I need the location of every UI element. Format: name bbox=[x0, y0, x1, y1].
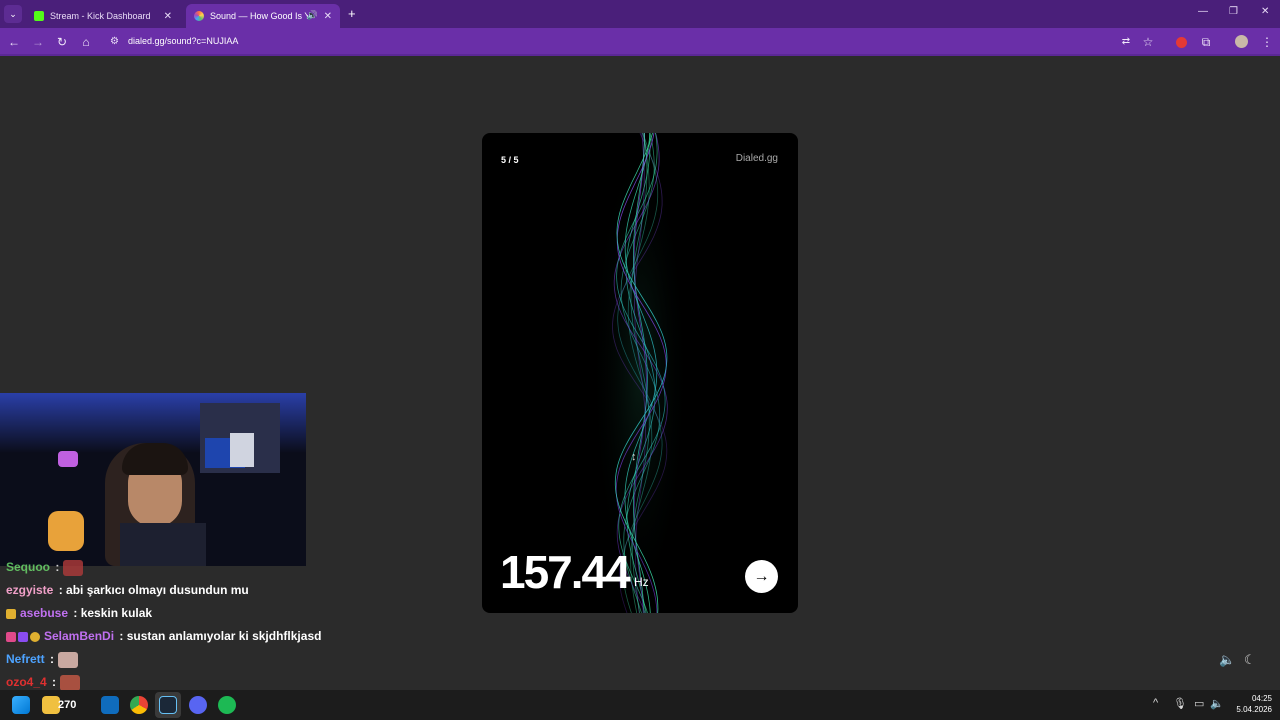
site-info-icon[interactable]: ⚙ bbox=[110, 36, 119, 47]
sound-test-card: 5 / 5 Dialed.gg 157.44 Hz → ↕ bbox=[482, 133, 798, 613]
chat-username[interactable]: SelamBenDi bbox=[44, 629, 114, 643]
next-button[interactable]: → bbox=[745, 560, 778, 593]
system-clock[interactable]: 04:25 5.04.2026 bbox=[1232, 693, 1272, 715]
chat-text: keskin kulak bbox=[80, 606, 153, 620]
chat-username[interactable]: Sequoo bbox=[6, 560, 50, 574]
extension-red-icon[interactable] bbox=[1176, 37, 1187, 48]
chat-username[interactable]: asebuse bbox=[20, 606, 68, 620]
chat-username[interactable]: ezgyiste bbox=[6, 583, 53, 597]
chat-emote-icon bbox=[58, 652, 79, 668]
badge-icon bbox=[6, 631, 16, 642]
steam-icon[interactable] bbox=[159, 696, 177, 714]
dialed-favicon-icon bbox=[194, 11, 204, 21]
discord-icon[interactable] bbox=[189, 696, 207, 714]
chat-emote-icon bbox=[60, 675, 81, 691]
frequency-unit: Hz bbox=[634, 575, 649, 589]
extensions-puzzle-icon[interactable]: ⧉ bbox=[1198, 34, 1214, 50]
question-counter: 5 / 5 bbox=[501, 155, 519, 165]
outlook-icon[interactable] bbox=[101, 696, 119, 714]
tab-search-chevron-icon[interactable]: ⌄ bbox=[4, 5, 22, 23]
sound-toggle-icon[interactable]: 🔈 bbox=[1219, 652, 1235, 668]
taskbar-badge: 270 bbox=[58, 699, 77, 711]
reload-icon[interactable]: ↻ bbox=[54, 34, 70, 50]
chat-separator: : bbox=[55, 583, 67, 597]
frequency-value: 157.44 bbox=[500, 546, 631, 598]
chat-message: ozo4_4 : bbox=[6, 675, 81, 691]
chat-separator: : bbox=[52, 560, 60, 575]
chat-text: sustan anlamıyolar ki skjdhflkjasd bbox=[126, 629, 322, 643]
minimize-button[interactable]: — bbox=[1198, 6, 1208, 17]
tray-chevron-icon[interactable]: ^ bbox=[1153, 697, 1158, 709]
badge-icon bbox=[30, 631, 40, 642]
forward-icon[interactable]: → bbox=[30, 34, 46, 50]
brand-logo-text[interactable]: Dialed.gg bbox=[736, 153, 778, 164]
chat-message: Sequoo : bbox=[6, 560, 84, 576]
tab-title: Stream - Kick Dashboard bbox=[50, 11, 151, 21]
dark-mode-moon-icon[interactable]: ☾ bbox=[1244, 652, 1256, 668]
network-icon[interactable]: ▭ bbox=[1194, 697, 1204, 710]
badge-icon bbox=[6, 608, 16, 619]
restore-button[interactable]: ❐ bbox=[1229, 6, 1238, 17]
chat-emote-icon bbox=[63, 560, 84, 576]
profile-avatar[interactable] bbox=[1235, 35, 1248, 48]
waveform-visualization bbox=[590, 133, 690, 613]
resize-cursor-icon: ↕ bbox=[631, 451, 637, 463]
clock-date: 5.04.2026 bbox=[1236, 705, 1272, 714]
spotify-icon[interactable] bbox=[218, 696, 236, 714]
new-tab-button[interactable]: + bbox=[348, 6, 356, 21]
bookmark-star-icon[interactable]: ☆ bbox=[1140, 34, 1156, 50]
back-icon[interactable]: ← bbox=[6, 34, 22, 50]
menu-kebab-icon[interactable]: ⋮ bbox=[1259, 34, 1275, 50]
chat-message: ezgyiste : abi şarkıcı olmayı dusundun m… bbox=[6, 583, 249, 597]
webcam-overlay bbox=[0, 393, 306, 566]
chat-separator: : bbox=[116, 629, 127, 643]
microphone-icon[interactable]: 🎙 bbox=[1173, 697, 1187, 710]
windows-start-icon[interactable] bbox=[12, 696, 30, 714]
speaker-icon[interactable]: 🔊 bbox=[307, 10, 318, 21]
tab-kick-dashboard[interactable]: Stream - Kick Dashboard ✕ bbox=[26, 4, 180, 28]
browser-toolbar: ← → ↻ ⌂ ⚙ dialed.gg/sound?c=NUJIAA ⇄ ☆ ⧉… bbox=[0, 28, 1280, 56]
clock-time: 04:25 bbox=[1251, 694, 1272, 703]
chat-text: abi şarkıcı olmayı dusundun mu bbox=[66, 583, 249, 597]
kick-favicon-icon bbox=[34, 11, 44, 21]
chrome-icon[interactable] bbox=[130, 696, 148, 714]
chat-separator: : bbox=[70, 606, 81, 620]
chat-message: Nefrett : bbox=[6, 652, 79, 668]
chat-separator: : bbox=[48, 675, 57, 690]
chat-username[interactable]: ozo4_4 bbox=[6, 675, 47, 689]
close-tab-icon[interactable]: ✕ bbox=[164, 11, 172, 22]
chat-username[interactable]: Nefrett bbox=[6, 652, 45, 666]
home-icon[interactable]: ⌂ bbox=[78, 34, 94, 50]
address-bar[interactable]: dialed.gg/sound?c=NUJIAA bbox=[128, 36, 238, 46]
chat-separator: : bbox=[46, 652, 55, 667]
tab-title: Sound — How Good Is You bbox=[210, 11, 308, 21]
volume-icon[interactable]: 🔈 bbox=[1210, 697, 1224, 710]
chat-message: SelamBenDi : sustan anlamıyolar ki skjdh… bbox=[6, 629, 321, 643]
close-window-button[interactable]: ✕ bbox=[1261, 6, 1269, 17]
close-tab-icon[interactable]: ✕ bbox=[324, 11, 332, 22]
translate-icon[interactable]: ⇄ bbox=[1118, 34, 1134, 50]
badge-icon bbox=[18, 631, 28, 642]
tab-sound-dialed[interactable]: Sound — How Good Is You 🔊 ✕ bbox=[186, 4, 340, 28]
chat-message: asebuse : keskin kulak bbox=[6, 606, 152, 620]
browser-tab-bar: ⌄ Stream - Kick Dashboard ✕ Sound — How … bbox=[0, 0, 1280, 28]
